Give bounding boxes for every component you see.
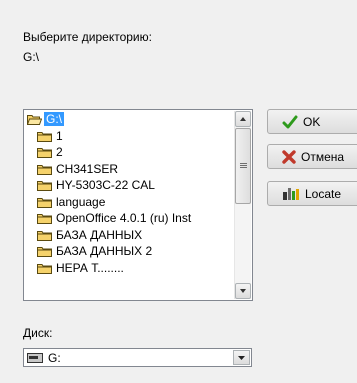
drive-value: G: xyxy=(48,351,61,365)
open-folder-icon xyxy=(27,115,42,125)
close-icon xyxy=(282,149,296,164)
scroll-down-button[interactable] xyxy=(235,283,251,299)
drive-icon xyxy=(27,353,43,363)
directory-item[interactable]: CH341SER xyxy=(25,161,234,178)
folder-icon xyxy=(37,214,52,224)
prompt-label: Выберите директорию: xyxy=(23,30,152,44)
directory-item[interactable]: НЕРА Т........ xyxy=(25,260,234,277)
folder-icon xyxy=(37,230,52,241)
arrow-up-icon xyxy=(240,117,246,121)
chevron-down-icon xyxy=(238,356,245,360)
folder-icon xyxy=(37,263,52,274)
directory-item-label: 2 xyxy=(56,145,63,159)
directory-list[interactable]: G:\ 1 2 CH341SER HY-5303C-22 CAL language Open… xyxy=(23,109,253,301)
folder-icon xyxy=(37,197,52,208)
arrow-down-icon xyxy=(240,289,246,293)
directory-item-label: G:\ xyxy=(44,112,65,126)
directory-item[interactable]: HY-5303C-22 CAL xyxy=(25,177,234,194)
folder-icon xyxy=(37,181,52,191)
scroll-up-button[interactable] xyxy=(235,111,251,127)
folder-icon xyxy=(37,247,52,257)
directory-item-label: 1 xyxy=(56,128,63,143)
directory-item[interactable]: 1 xyxy=(25,128,234,145)
directory-item-root[interactable]: G:\ xyxy=(25,111,234,128)
directory-item-label: БАЗА ДАННЫХ xyxy=(56,227,143,242)
directory-item-label: HY-5303C-22 CAL xyxy=(56,178,155,192)
directory-item[interactable]: OpenOffice 4.0.1 (ru) Inst xyxy=(25,210,234,227)
directory-scrollbar[interactable] xyxy=(234,111,251,299)
directory-item[interactable]: language xyxy=(25,194,234,211)
folder-icon xyxy=(37,148,52,158)
folder-icon xyxy=(37,131,52,142)
checkmark-icon xyxy=(282,115,298,128)
folder-icon xyxy=(37,164,52,175)
drive-select[interactable]: G: xyxy=(23,348,252,367)
directory-item-label: language xyxy=(56,194,106,209)
scroll-thumb[interactable] xyxy=(235,128,251,204)
directory-item-label: CH341SER xyxy=(56,161,119,176)
locate-button[interactable]: Locate xyxy=(267,181,357,206)
binoculars-icon xyxy=(283,187,299,200)
ok-button[interactable]: OK xyxy=(267,109,357,134)
directory-item-label: БАЗА ДАННЫХ 2 xyxy=(56,244,153,258)
directory-item[interactable]: БАЗА ДАННЫХ xyxy=(25,227,234,244)
current-path: G:\ xyxy=(23,50,40,64)
directory-item-label: OpenOffice 4.0.1 (ru) Inst xyxy=(56,211,192,225)
ok-button-label: OK xyxy=(303,114,321,129)
drive-label: Диск: xyxy=(23,326,53,340)
cancel-button-label: Отмена xyxy=(301,149,345,164)
locate-button-label: Locate xyxy=(305,186,342,201)
cancel-button[interactable]: Отмена xyxy=(267,144,357,169)
directory-item[interactable]: БАЗА ДАННЫХ 2 xyxy=(25,243,234,260)
drive-dropdown-button[interactable] xyxy=(233,350,250,365)
directory-item-label: НЕРА Т........ xyxy=(56,260,124,275)
directory-item[interactable]: 2 xyxy=(25,144,234,161)
